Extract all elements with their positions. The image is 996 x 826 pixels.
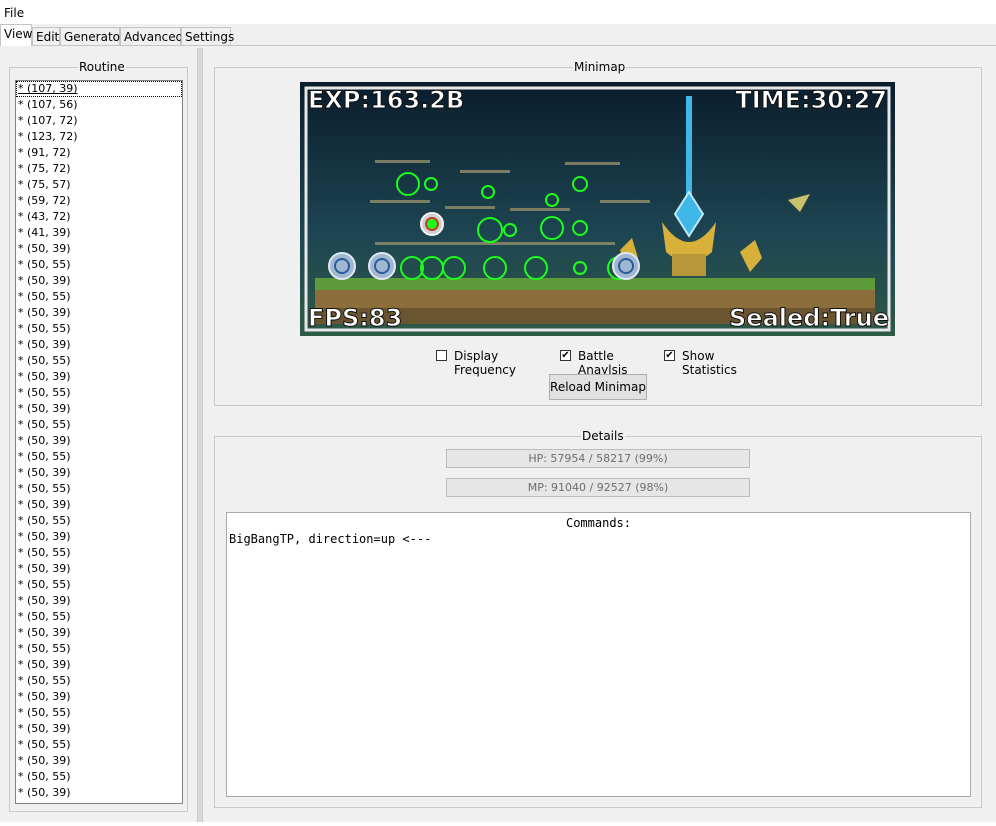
routine-list-item[interactable]: * (41, 39) (16, 225, 182, 241)
tab-advanced[interactable]: Advanced (120, 27, 183, 45)
panel-splitter[interactable] (197, 48, 203, 822)
routine-list-item[interactable]: * (50, 55) (16, 289, 182, 305)
tab-strip: View Edit Generator Advanced Settings (0, 24, 996, 46)
routine-list-item[interactable]: * (50, 55) (16, 449, 182, 465)
minimap-scene: EXP:163.2B TIME:30:27 FPS:83 Sealed:True (300, 82, 895, 336)
commands-title: Commands: (565, 516, 632, 530)
routine-list-item[interactable]: * (50, 39) (16, 561, 182, 577)
menu-file[interactable]: File (4, 6, 24, 20)
routine-list-item[interactable]: * (50, 39) (16, 337, 182, 353)
details-title: Details (581, 429, 625, 443)
tab-view[interactable]: View (0, 24, 32, 46)
routine-list-item[interactable]: * (50, 39) (16, 497, 182, 513)
minimap-exp: EXP:163.2B (308, 86, 464, 114)
routine-list-item[interactable]: * (50, 39) (16, 401, 182, 417)
show-statistics-checkbox[interactable]: ✔ (664, 350, 675, 361)
routine-list-item[interactable]: * (59, 72) (16, 193, 182, 209)
routine-list-item[interactable]: * (50, 39) (16, 625, 182, 641)
routine-list-item[interactable]: * (50, 55) (16, 353, 182, 369)
routine-list-item[interactable]: * (50, 39) (16, 593, 182, 609)
routine-list-item[interactable]: * (43, 72) (16, 209, 182, 225)
routine-list-item[interactable]: * (50, 55) (16, 513, 182, 529)
routine-list-item[interactable]: * (50, 39) (16, 465, 182, 481)
display-frequency-label: Display Frequency (454, 349, 516, 377)
routine-listbox[interactable]: * (107, 39) * (107, 56) * (107, 72) * (123,… (15, 80, 183, 804)
battle-analysis-label: Battle Anaylsis (578, 349, 628, 377)
display-frequency-checkbox[interactable] (436, 350, 447, 361)
routine-list-item[interactable]: * (107, 39) (16, 81, 182, 97)
routine-list-item[interactable]: * (50, 39) (16, 657, 182, 673)
tab-edit[interactable]: Edit (32, 27, 60, 45)
routine-list-item[interactable]: * (50, 55) (16, 481, 182, 497)
hp-bar: HP: 57954 / 58217 (99%) (446, 449, 750, 468)
routine-title: Routine (78, 60, 126, 74)
routine-list-item[interactable]: * (50, 55) (16, 673, 182, 689)
minimap-fps: FPS:83 (308, 304, 402, 332)
mp-bar: MP: 91040 / 92527 (98%) (446, 478, 750, 497)
minimap-image: EXP:163.2B TIME:30:27 FPS:83 Sealed:True (300, 82, 895, 336)
routine-list-item[interactable]: * (50, 39) (16, 785, 182, 801)
tab-generator[interactable]: Generator (60, 27, 125, 45)
menu-bar: File (0, 0, 996, 24)
routine-list-item[interactable]: * (50, 55) (16, 577, 182, 593)
routine-list-item[interactable]: * (107, 56) (16, 97, 182, 113)
routine-list-item[interactable]: * (50, 39) (16, 273, 182, 289)
routine-list-item[interactable]: * (50, 55) (16, 385, 182, 401)
status-bar (0, 822, 996, 826)
battle-analysis-checkbox[interactable]: ✔ (560, 350, 571, 361)
battle-analysis-option[interactable]: ✔ Battle Anaylsis (560, 349, 660, 377)
routine-list-item[interactable]: * (50, 55) (16, 737, 182, 753)
tab-settings[interactable]: Settings (181, 27, 234, 45)
minimap-sealed: Sealed:True (729, 304, 889, 332)
routine-list-item[interactable]: * (50, 55) (16, 641, 182, 657)
routine-list-item[interactable]: * (50, 55) (16, 545, 182, 561)
routine-list-item[interactable]: * (107, 72) (16, 113, 182, 129)
routine-list-item[interactable]: * (123, 72) (16, 129, 182, 145)
routine-list-item[interactable]: * (91, 72) (16, 145, 182, 161)
routine-list-item[interactable]: * (50, 55) (16, 705, 182, 721)
routine-list-item[interactable]: * (50, 55) (16, 769, 182, 785)
minimap-title: Minimap (573, 60, 627, 74)
routine-list-item[interactable]: * (50, 55) (16, 321, 182, 337)
routine-list-item[interactable]: * (50, 39) (16, 433, 182, 449)
routine-list-item[interactable]: * (50, 39) (16, 689, 182, 705)
command-line: BigBangTP, direction=up <--- (229, 532, 432, 546)
show-statistics-label: Show Statistics (682, 349, 737, 377)
display-frequency-option[interactable]: Display Frequency (436, 349, 556, 377)
routine-list-item[interactable]: * (50, 39) (16, 753, 182, 769)
routine-list-item[interactable]: * (50, 55) (16, 257, 182, 273)
routine-list-item[interactable]: * (50, 55) (16, 609, 182, 625)
minimap-time: TIME:30:27 (735, 86, 887, 114)
routine-list-item[interactable]: * (50, 55) (16, 417, 182, 433)
routine-list-item[interactable]: * (50, 39) (16, 369, 182, 385)
routine-list-item[interactable]: * (50, 39) (16, 241, 182, 257)
commands-textbox[interactable]: Commands: BigBangTP, direction=up <--- (226, 512, 971, 797)
show-statistics-option[interactable]: ✔ Show Statistics (664, 349, 764, 377)
reload-minimap-button[interactable]: Reload Minimap (549, 374, 647, 400)
routine-list-item[interactable]: * (50, 39) (16, 721, 182, 737)
routine-list-item[interactable]: * (75, 57) (16, 177, 182, 193)
routine-list-item[interactable]: * (50, 39) (16, 305, 182, 321)
routine-list-item[interactable]: * (50, 39) (16, 529, 182, 545)
routine-list-item[interactable]: * (75, 72) (16, 161, 182, 177)
